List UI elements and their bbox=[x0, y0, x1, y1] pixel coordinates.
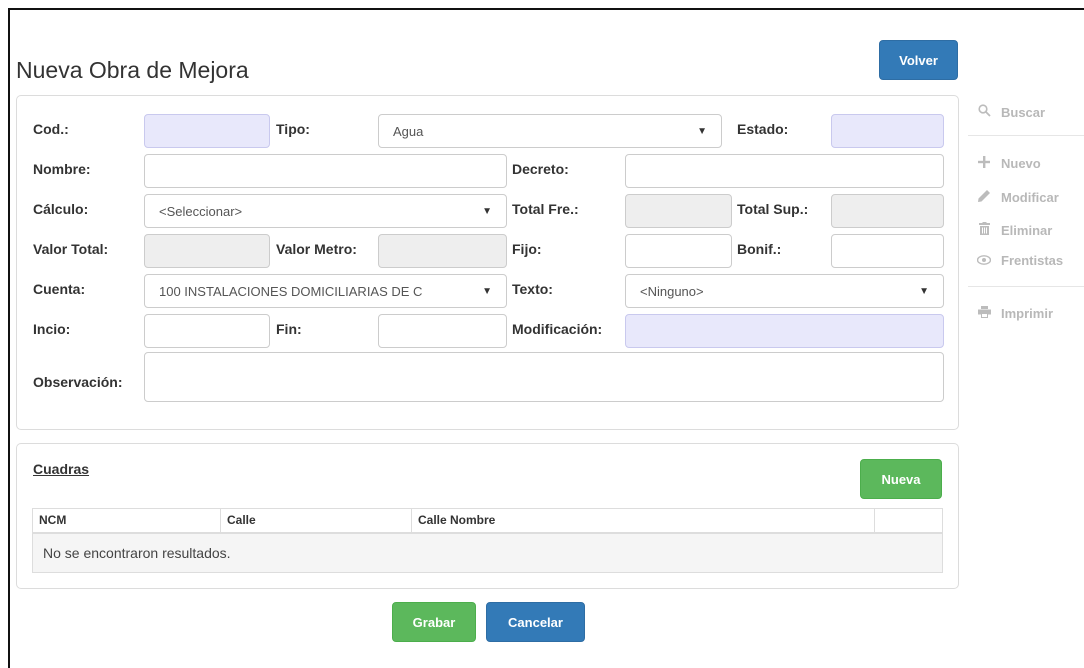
cuadras-title[interactable]: Cuadras bbox=[33, 461, 89, 477]
search-icon bbox=[975, 104, 993, 120]
sidebar-item-frentistas[interactable]: Frentistas bbox=[975, 252, 1063, 268]
sidebar-item-label: Nuevo bbox=[1001, 155, 1041, 171]
column-header-calle-nombre[interactable]: Calle Nombre bbox=[411, 508, 875, 534]
fin-field[interactable] bbox=[378, 314, 507, 348]
total-fre-field bbox=[625, 194, 732, 228]
modificacion-field[interactable] bbox=[625, 314, 944, 348]
texto-label: Texto: bbox=[512, 281, 553, 297]
calculo-select[interactable]: <Seleccionar> ▼ bbox=[144, 194, 507, 228]
back-button[interactable]: Volver bbox=[879, 40, 958, 80]
print-icon bbox=[975, 305, 993, 321]
inicio-label: Incio: bbox=[33, 321, 71, 337]
total-fre-label: Total Fre.: bbox=[512, 201, 579, 217]
eye-icon bbox=[975, 252, 993, 268]
decreto-label: Decreto: bbox=[512, 161, 569, 177]
chevron-down-icon: ▼ bbox=[482, 285, 492, 297]
fin-label: Fin: bbox=[276, 321, 302, 337]
estado-field[interactable] bbox=[831, 114, 944, 148]
cuenta-select[interactable]: 100 INSTALACIONES DOMICILIARIAS DE C ▼ bbox=[144, 274, 507, 308]
tipo-select-value: Agua bbox=[393, 123, 424, 139]
total-sup-field bbox=[831, 194, 944, 228]
observacion-label: Observación: bbox=[33, 374, 123, 390]
table-header-row: NCM Calle Calle Nombre bbox=[32, 508, 943, 534]
sidebar-item-nuevo[interactable]: Nuevo bbox=[975, 155, 1041, 171]
chevron-down-icon: ▼ bbox=[697, 125, 707, 137]
nombre-label: Nombre: bbox=[33, 161, 91, 177]
inicio-field[interactable] bbox=[144, 314, 270, 348]
calculo-select-value: <Seleccionar> bbox=[159, 203, 243, 219]
chevron-down-icon: ▼ bbox=[919, 285, 929, 297]
cuenta-select-value: 100 INSTALACIONES DOMICILIARIAS DE C bbox=[159, 283, 423, 299]
plus-icon bbox=[975, 155, 993, 171]
chevron-down-icon: ▼ bbox=[482, 205, 492, 217]
column-header-calle[interactable]: Calle bbox=[220, 508, 412, 534]
nueva-cuadra-button[interactable]: Nueva bbox=[860, 459, 942, 499]
sidebar-item-label: Modificar bbox=[1001, 189, 1059, 205]
sidebar-item-imprimir[interactable]: Imprimir bbox=[975, 305, 1053, 321]
bonif-field[interactable] bbox=[831, 234, 944, 268]
sidebar-item-label: Imprimir bbox=[1001, 305, 1054, 321]
modificacion-label: Modificación: bbox=[512, 321, 603, 337]
valor-metro-field bbox=[378, 234, 507, 268]
tipo-select[interactable]: Agua ▼ bbox=[378, 114, 722, 148]
observacion-field[interactable] bbox=[144, 352, 944, 402]
cancel-button[interactable]: Cancelar bbox=[486, 602, 585, 642]
sidebar-item-label: Eliminar bbox=[1001, 222, 1053, 238]
total-sup-label: Total Sup.: bbox=[737, 201, 809, 217]
texto-select-value: <Ninguno> bbox=[640, 283, 704, 299]
valor-metro-label: Valor Metro: bbox=[276, 241, 357, 257]
tipo-label: Tipo: bbox=[276, 121, 310, 137]
fijo-field[interactable] bbox=[625, 234, 732, 268]
save-button[interactable]: Grabar bbox=[392, 602, 476, 642]
page-title: Nueva Obra de Mejora bbox=[16, 57, 249, 83]
sidebar-item-modificar[interactable]: Modificar bbox=[975, 189, 1059, 205]
sidebar-divider bbox=[968, 286, 1084, 287]
sidebar-item-label: Frentistas bbox=[1001, 252, 1064, 268]
cod-label: Cod.: bbox=[33, 121, 69, 137]
bonif-label: Bonif.: bbox=[737, 241, 782, 257]
sidebar-divider bbox=[968, 135, 1084, 136]
cod-field[interactable] bbox=[144, 114, 270, 148]
table-row: No se encontraron resultados. bbox=[32, 532, 943, 573]
calculo-label: Cálculo: bbox=[33, 201, 89, 217]
empty-results-message: No se encontraron resultados. bbox=[32, 532, 943, 573]
texto-select[interactable]: <Ninguno> ▼ bbox=[625, 274, 944, 308]
trash-icon bbox=[975, 222, 993, 238]
pencil-icon bbox=[975, 189, 993, 205]
cuenta-label: Cuenta: bbox=[33, 281, 86, 297]
cuadras-table: NCM Calle Calle Nombre No se encontraron… bbox=[32, 508, 943, 573]
column-header-actions bbox=[874, 508, 943, 534]
sidebar-item-buscar[interactable]: Buscar bbox=[975, 104, 1045, 120]
sidebar-item-label: Buscar bbox=[1001, 104, 1046, 120]
estado-label: Estado: bbox=[737, 121, 789, 137]
fijo-label: Fijo: bbox=[512, 241, 542, 257]
nombre-field[interactable] bbox=[144, 154, 507, 188]
column-header-ncm[interactable]: NCM bbox=[32, 508, 221, 534]
valor-total-field bbox=[144, 234, 270, 268]
sidebar-item-eliminar[interactable]: Eliminar bbox=[975, 222, 1052, 238]
decreto-field[interactable] bbox=[625, 154, 944, 188]
valor-total-label: Valor Total: bbox=[33, 241, 109, 257]
